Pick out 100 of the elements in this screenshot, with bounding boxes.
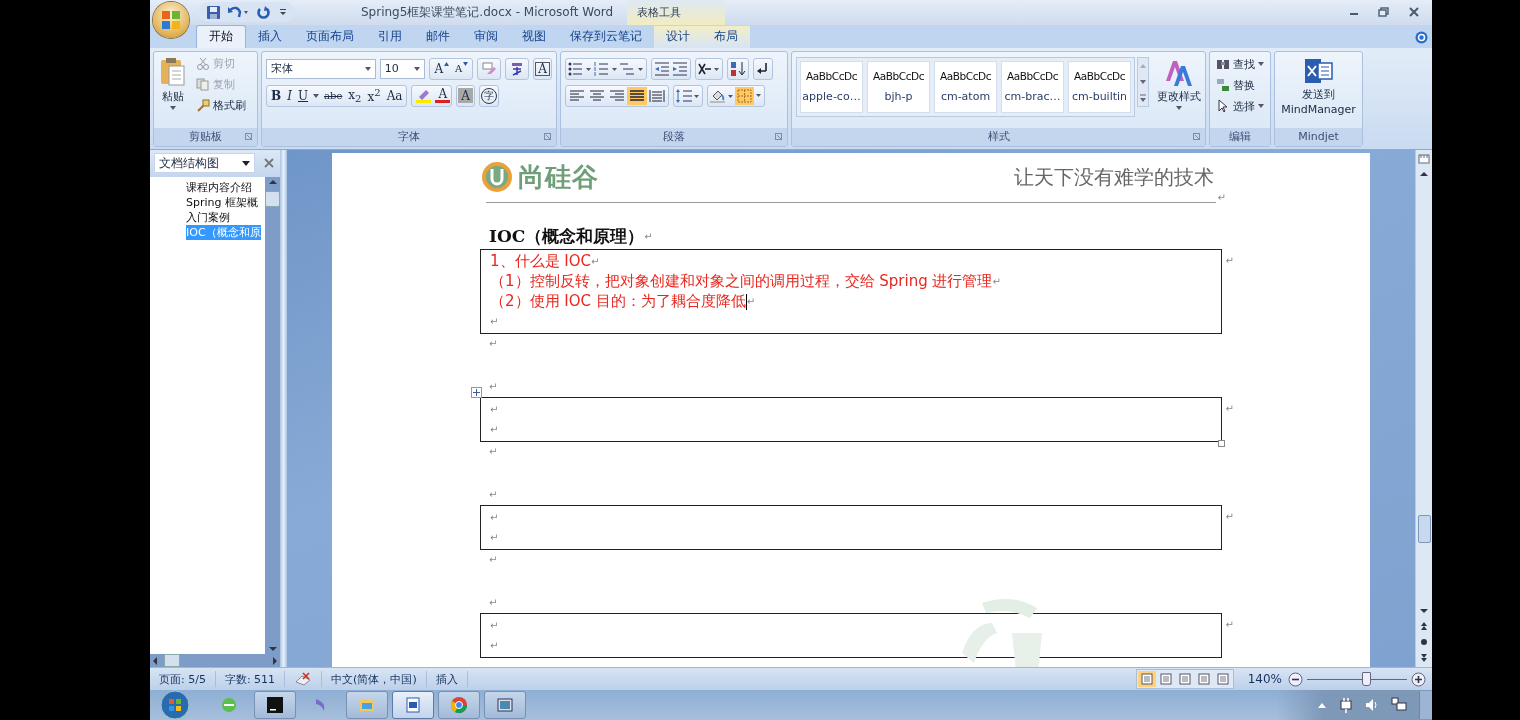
paragraph-mark: ↵ (490, 404, 499, 416)
zoom-slider-thumb[interactable] (1362, 671, 1371, 686)
font-size-field[interactable]: 10 (379, 58, 426, 79)
outline-item[interactable]: 课程内容介绍 (186, 179, 252, 195)
paragraph-mark: ↵ (490, 512, 499, 524)
show-hidden-icons-icon[interactable] (1317, 701, 1327, 709)
ribbon-tab[interactable]: 保存到云笔记 (558, 25, 654, 48)
redo-icon[interactable] (255, 5, 273, 20)
strikethrough-button[interactable]: abe (321, 86, 346, 105)
underline-button[interactable]: U (294, 86, 312, 105)
customize-caret-icon[interactable] (279, 7, 287, 18)
style-gallery-item[interactable]: AaBbCcDc cm-brac… (1001, 60, 1064, 113)
taskbar-app-button[interactable] (254, 691, 296, 719)
ribbon-tab[interactable]: 引用 (366, 25, 414, 48)
previous-page-icon[interactable] (1418, 620, 1430, 633)
close-icon[interactable] (264, 158, 274, 169)
change-case-button[interactable]: Aa (383, 86, 406, 105)
alignment-icon[interactable] (627, 86, 647, 105)
bold-button[interactable]: B (268, 86, 285, 105)
scrollbar-thumb[interactable] (164, 654, 180, 668)
table-move-handle-icon[interactable] (471, 386, 482, 398)
editing-tool-button[interactable]: 查找 (1214, 55, 1266, 73)
paragraph-mark: ↵ (490, 620, 499, 632)
style-gallery-item[interactable]: AaBbCcDc bjh-p (867, 60, 930, 113)
restore-icon[interactable] (1378, 7, 1390, 18)
dialog-launcher-icon[interactable] (245, 132, 252, 140)
office-button[interactable] (153, 2, 189, 38)
scrollbar-thumb[interactable] (265, 190, 280, 207)
superscript-button[interactable]: x$^{2}$ (364, 86, 384, 105)
ribbon-tab[interactable]: 布局 (702, 25, 750, 48)
outline-item[interactable]: 入门案例 (186, 209, 230, 225)
caret-icon (242, 160, 250, 166)
ribbon-tab[interactable]: 插入 (246, 25, 294, 48)
cell-text: （2）使用 IOC 目的：为了耦合度降低 (490, 292, 746, 312)
network-icon[interactable] (1391, 697, 1407, 713)
binoculars-icon (1216, 57, 1230, 72)
table-resize-handle[interactable] (1218, 439, 1225, 447)
dialog-launcher-icon[interactable] (544, 132, 551, 140)
undo-icon[interactable] (227, 5, 249, 20)
sort-icon[interactable] (729, 60, 747, 77)
multilevel-list-icon[interactable] (619, 60, 645, 77)
editing-tool-button[interactable]: 选择 (1214, 97, 1266, 115)
page-count[interactable]: 页面: 5/5 (150, 671, 216, 688)
caret-icon (364, 66, 371, 71)
grow-font-button[interactable]: A (431, 59, 453, 78)
dialog-launcher-icon[interactable] (1193, 132, 1200, 140)
send-to-mindmanager-button[interactable]: 发送到 MindManager (1279, 54, 1358, 125)
start-button[interactable] (160, 690, 190, 720)
outline-item[interactable]: Spring 框架概 (186, 194, 258, 210)
word-count[interactable]: 字数: 511 (215, 671, 286, 688)
style-gallery-item[interactable]: AaBbCcDc apple-co… (800, 60, 863, 113)
power-plug-icon[interactable] (1339, 697, 1353, 713)
close-icon[interactable] (1408, 7, 1420, 18)
save-icon[interactable] (206, 5, 221, 20)
ribbon-tab[interactable]: 邮件 (414, 25, 462, 48)
view-mode-icon[interactable] (1137, 671, 1156, 688)
ribbon-tab[interactable]: 设计 (654, 25, 702, 48)
style-gallery-item[interactable]: AaBbCcDc cm-builtin (1068, 60, 1131, 113)
editing-tool-button[interactable]: 替换 (1214, 76, 1266, 94)
ide-icon (266, 696, 284, 714)
proofing-icon[interactable] (294, 672, 313, 687)
ruler-toggle-icon[interactable] (1418, 152, 1430, 165)
dropdown-caret-icon[interactable] (313, 93, 320, 98)
character-shading-button[interactable]: A (458, 88, 473, 104)
clipboard-tool-button[interactable]: 格式刷 (194, 96, 248, 114)
subscript-button[interactable]: x$_{2}$ (345, 86, 365, 105)
borders-icon[interactable] (735, 86, 763, 105)
ribbon-tab[interactable]: 页面布局 (294, 25, 366, 48)
bullets-icon[interactable] (567, 60, 593, 77)
paste-button[interactable]: 粘贴 (158, 54, 188, 125)
character-border-button[interactable]: A (535, 61, 550, 76)
dialog-launcher-icon[interactable] (775, 132, 782, 140)
line-spacing-icon[interactable] (675, 87, 701, 104)
style-gallery-item[interactable]: AaBbCcDc cm-atom (934, 60, 997, 113)
insert-mode-indicator[interactable]: 插入 (426, 671, 468, 688)
ribbon-tab[interactable]: 视图 (510, 25, 558, 48)
zoom-in-icon[interactable] (1411, 671, 1426, 687)
replace-icon (1216, 78, 1230, 93)
speaker-icon[interactable] (1365, 697, 1379, 713)
ribbon-tab[interactable]: 审阅 (462, 25, 510, 48)
zoom-out-icon[interactable] (1288, 671, 1303, 687)
italic-button[interactable]: I (284, 86, 295, 105)
context-tab-group-label: 表格工具 (637, 5, 682, 20)
row-end-mark: ↵ (1225, 618, 1234, 630)
font-name-field[interactable]: 宋体 (266, 58, 376, 79)
pane-view-dropdown[interactable]: 文档结构图 (154, 153, 255, 174)
scrollbar-thumb[interactable] (1417, 515, 1431, 544)
change-styles-button[interactable]: 更改样式 (1155, 56, 1203, 112)
zoom-level[interactable]: 140% (1247, 672, 1282, 687)
letters-icon (1164, 58, 1194, 87)
help-icon[interactable] (1415, 30, 1428, 44)
taskbar-app-button[interactable] (392, 691, 434, 719)
decrease-indent-icon[interactable] (653, 60, 671, 77)
paragraph-mark: ↵ (591, 256, 600, 268)
text-cursor (745, 293, 747, 310)
cell-text: （1）控制反转，把对象创建和对象之间的调用过程，交给 Spring 进行管理 (490, 272, 993, 292)
shrink-font-button[interactable]: A (452, 59, 472, 78)
language-indicator[interactable]: 中文(简体，中国) (322, 671, 427, 688)
increase-indent-icon[interactable] (671, 60, 689, 77)
ribbon-tab[interactable]: 开始 (196, 24, 246, 48)
